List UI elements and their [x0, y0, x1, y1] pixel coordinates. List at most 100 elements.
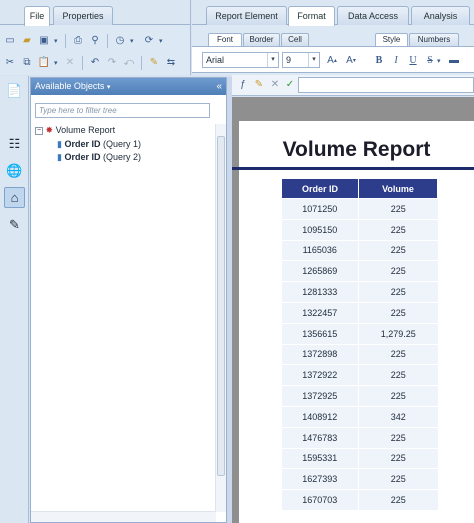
- volume-cell[interactable]: 1,279.25: [358, 323, 438, 345]
- volume-cell[interactable]: 225: [358, 364, 438, 387]
- paste-icon[interactable]: 📋: [37, 56, 51, 70]
- tree-item[interactable]: ▮ Order ID (Query 2): [57, 151, 141, 163]
- table-row[interactable]: 1670703 225: [281, 489, 438, 511]
- underline-button[interactable]: U: [406, 54, 420, 68]
- table-row[interactable]: 1165036 225: [281, 240, 438, 262]
- italic-button[interactable]: I: [389, 54, 403, 68]
- collapse-icon[interactable]: −: [35, 126, 43, 135]
- order-id-cell[interactable]: 1595331: [281, 448, 359, 470]
- track-changes-icon[interactable]: ◷: [113, 34, 127, 48]
- font-size-select[interactable]: 9 ▾: [282, 52, 320, 68]
- volume-cell[interactable]: 225: [358, 198, 438, 220]
- table-row[interactable]: 1071250 225: [281, 198, 438, 220]
- tab-file[interactable]: File: [24, 6, 50, 26]
- table-row[interactable]: 1356615 1,279.25: [281, 323, 438, 345]
- table-row[interactable]: 1408912 342: [281, 406, 438, 428]
- report-table[interactable]: Order ID Volume 1071250 225 1095150 225 1165…: [281, 178, 438, 511]
- tree-root[interactable]: − ✸ Volume Report: [35, 124, 115, 136]
- order-id-cell[interactable]: 1281333: [281, 281, 359, 303]
- open-folder-icon[interactable]: ▰: [20, 34, 34, 48]
- cut-icon[interactable]: ✂: [3, 56, 17, 70]
- chevron-down-icon[interactable]: ▾: [54, 37, 60, 45]
- web-service-icon[interactable]: 🌐: [4, 160, 25, 181]
- delete-icon[interactable]: ✕: [63, 56, 77, 70]
- volume-cell[interactable]: 225: [358, 219, 438, 241]
- volume-cell[interactable]: 225: [358, 468, 438, 491]
- font-family-select[interactable]: Arial ▾: [202, 52, 279, 68]
- collapse-panel-icon[interactable]: «: [216, 78, 222, 95]
- report-title[interactable]: Volume Report: [239, 138, 474, 162]
- format-painter-icon[interactable]: ✎: [147, 56, 161, 70]
- chevron-down-icon[interactable]: ▾: [130, 37, 136, 45]
- tab-properties[interactable]: Properties: [53, 6, 113, 25]
- save-icon[interactable]: ▣: [37, 34, 51, 48]
- print-icon[interactable]: ⎙: [71, 34, 85, 48]
- order-id-cell[interactable]: 1670703: [281, 489, 359, 511]
- chevron-down-icon[interactable]: ▾: [54, 59, 60, 67]
- copy-icon[interactable]: ⧉: [20, 56, 34, 70]
- refresh-icon[interactable]: ⟳: [142, 34, 156, 48]
- volume-cell[interactable]: 225: [358, 302, 438, 324]
- table-row[interactable]: 1265869 225: [281, 260, 438, 283]
- input-controls-icon[interactable]: ✎: [4, 214, 25, 235]
- validate-icon[interactable]: ✓: [283, 78, 297, 92]
- order-id-cell[interactable]: 1372922: [281, 364, 359, 387]
- outline-icon[interactable]: ☷: [4, 133, 25, 154]
- tab-analysis[interactable]: Analysis: [411, 6, 470, 25]
- chevron-down-icon[interactable]: ▾: [308, 53, 319, 67]
- order-id-cell[interactable]: 1627393: [281, 468, 359, 491]
- sync-icon[interactable]: ⇆: [164, 56, 178, 70]
- column-header-order-id[interactable]: Order ID: [281, 178, 359, 199]
- chevron-down-icon[interactable]: ▾: [107, 84, 111, 91]
- subtab-numbers[interactable]: Numbers: [409, 33, 459, 46]
- table-row[interactable]: 1476783 225: [281, 427, 438, 449]
- filter-tree-input[interactable]: Type here to filter tree: [35, 103, 210, 118]
- grow-font-icon[interactable]: A ▴: [325, 54, 339, 68]
- chevron-down-icon[interactable]: ▾: [437, 57, 443, 65]
- formula-input[interactable]: [298, 77, 474, 93]
- table-row[interactable]: 1372922 225: [281, 364, 438, 387]
- order-id-cell[interactable]: 1071250: [281, 198, 359, 220]
- order-id-cell[interactable]: 1408912: [281, 406, 359, 428]
- order-id-cell[interactable]: 1165036: [281, 240, 359, 262]
- volume-cell[interactable]: 225: [358, 260, 438, 283]
- volume-cell[interactable]: 225: [358, 240, 438, 262]
- scrollbar-thumb[interactable]: [217, 136, 225, 476]
- vertical-scrollbar[interactable]: [215, 124, 226, 512]
- volume-cell[interactable]: 225: [358, 385, 438, 407]
- volume-cell[interactable]: 225: [358, 344, 438, 366]
- undo-history-icon[interactable]: ⤺: [122, 56, 136, 70]
- tab-data-access[interactable]: Data Access: [337, 6, 409, 25]
- order-id-cell[interactable]: 1095150: [281, 219, 359, 241]
- available-objects-icon[interactable]: ⌂: [4, 187, 25, 208]
- order-id-cell[interactable]: 1265869: [281, 260, 359, 283]
- shrink-font-icon[interactable]: A ▾: [344, 54, 358, 68]
- cancel-icon[interactable]: ✕: [268, 78, 282, 92]
- table-row[interactable]: 1627393 225: [281, 468, 438, 491]
- table-row[interactable]: 1595331 225: [281, 448, 438, 470]
- order-id-cell[interactable]: 1356615: [281, 323, 359, 345]
- find-icon[interactable]: ⚲: [88, 34, 102, 48]
- order-id-cell[interactable]: 1476783: [281, 427, 359, 449]
- volume-cell[interactable]: 225: [358, 448, 438, 470]
- chevron-down-icon[interactable]: ▾: [159, 37, 165, 45]
- volume-cell[interactable]: 225: [358, 489, 438, 511]
- bold-button[interactable]: B: [372, 54, 386, 68]
- tree-item[interactable]: ▮ Order ID (Query 1): [57, 138, 141, 150]
- subtab-cell[interactable]: Cell: [281, 33, 309, 46]
- column-header-volume[interactable]: Volume: [358, 178, 438, 199]
- table-row[interactable]: 1322457 225: [281, 302, 438, 324]
- subtab-border[interactable]: Border: [243, 33, 280, 46]
- subtab-style[interactable]: Style: [375, 33, 408, 46]
- strikethrough-button[interactable]: S: [423, 54, 437, 68]
- table-row[interactable]: 1372925 225: [281, 385, 438, 407]
- variable-icon[interactable]: ✎: [252, 78, 266, 92]
- tab-format[interactable]: Format: [288, 6, 335, 26]
- formula-editor-icon[interactable]: ƒ: [236, 78, 250, 92]
- table-row[interactable]: 1372898 225: [281, 344, 438, 366]
- new-document-icon[interactable]: ▭: [3, 34, 17, 48]
- document-structure-icon[interactable]: 📄: [4, 80, 25, 101]
- order-id-cell[interactable]: 1372925: [281, 385, 359, 407]
- volume-cell[interactable]: 342: [358, 406, 438, 428]
- volume-cell[interactable]: 225: [358, 427, 438, 449]
